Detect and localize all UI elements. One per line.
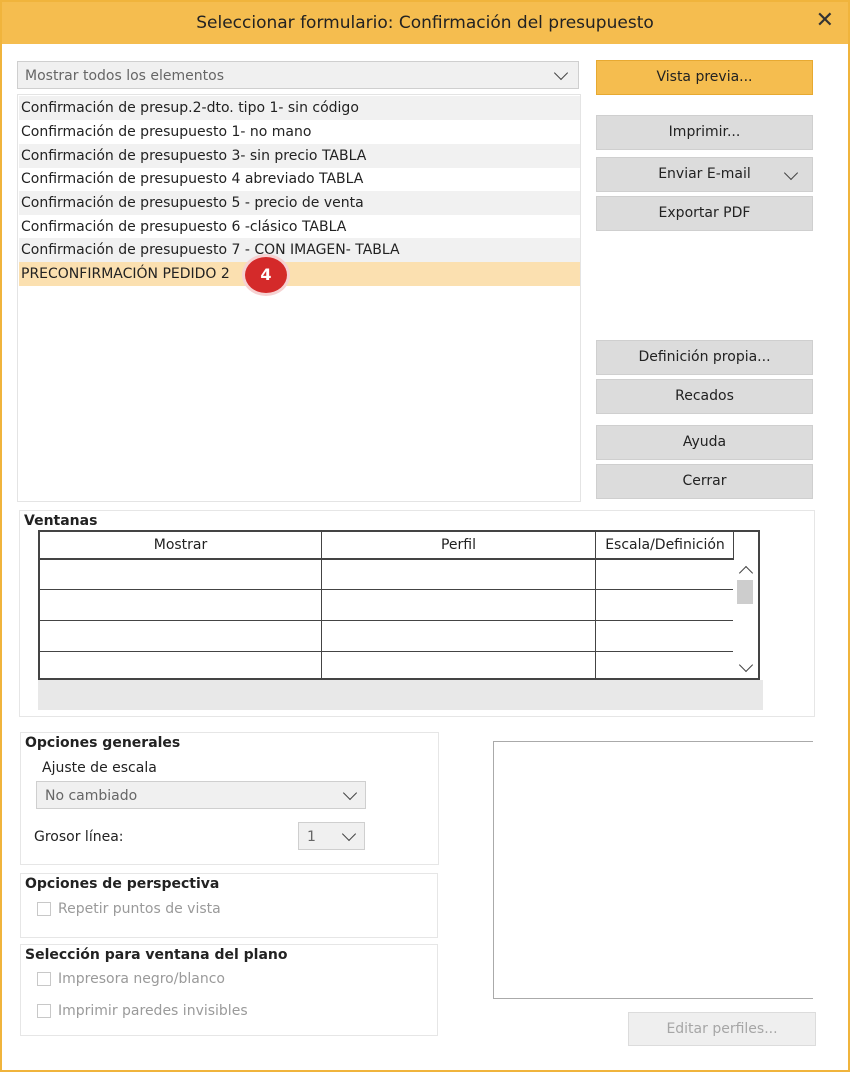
close-icon[interactable]: ✕	[816, 8, 834, 33]
plan-selection-title: Selección para ventana del plano	[25, 947, 288, 963]
list-item[interactable]: Confirmación de presupuesto 5 - precio d…	[19, 191, 580, 215]
windows-table: Mostrar Perfil Escala/Definición	[38, 530, 760, 680]
row-divider	[40, 651, 734, 652]
list-item[interactable]: Confirmación de presupuesto 3- sin preci…	[19, 144, 580, 168]
invisible-walls-label: Imprimir paredes invisibles	[58, 1003, 248, 1019]
preview-pane	[493, 741, 813, 999]
bw-printer-label: Impresora negro/blanco	[58, 971, 225, 987]
close-button[interactable]: Cerrar	[596, 464, 813, 499]
list-item[interactable]: Confirmación de presup.2-dto. tipo 1- si…	[19, 96, 580, 120]
export-pdf-button[interactable]: Exportar PDF	[596, 196, 813, 231]
chevron-down-icon	[553, 65, 569, 81]
header-divider	[40, 558, 734, 560]
windows-table-footer	[38, 680, 763, 710]
column-divider	[321, 532, 322, 678]
list-item-selected[interactable]: PRECONFIRMACIÓN PEDIDO 2	[19, 262, 580, 286]
column-header-perfil[interactable]: Perfil	[322, 532, 595, 558]
repeat-viewpoints-label: Repetir puntos de vista	[58, 901, 221, 917]
line-thickness-label: Grosor línea:	[34, 829, 124, 845]
print-button[interactable]: Imprimir...	[596, 115, 813, 150]
filter-dropdown[interactable]: Mostrar todos los elementos	[17, 61, 579, 89]
row-divider	[40, 620, 734, 621]
invisible-walls-checkbox[interactable]	[37, 1004, 51, 1018]
email-button[interactable]: Enviar E-mail	[596, 157, 813, 192]
plan-selection-group: Selección para ventana del plano	[20, 944, 438, 1036]
preview-button[interactable]: Vista previa...	[596, 60, 813, 95]
chevron-down-icon	[341, 826, 357, 842]
chevron-down-icon[interactable]	[738, 657, 754, 673]
filter-value: Mostrar todos los elementos	[25, 68, 225, 84]
line-thickness-value: 1	[307, 829, 316, 845]
column-header-escala[interactable]: Escala/Definición	[596, 532, 734, 558]
line-thickness-select[interactable]: 1	[298, 822, 365, 850]
own-definition-button[interactable]: Definición propia...	[596, 340, 813, 375]
scale-select[interactable]: No cambiado	[36, 781, 366, 809]
column-divider	[595, 532, 596, 678]
chevron-down-icon	[342, 785, 358, 801]
list-item[interactable]: Confirmación de presupuesto 1- no mano	[19, 120, 580, 144]
step-badge: 4	[245, 257, 287, 293]
list-item[interactable]: Confirmación de presupuesto 7 - CON IMAG…	[19, 238, 580, 262]
perspective-options-title: Opciones de perspectiva	[25, 876, 220, 892]
scale-value: No cambiado	[45, 788, 138, 804]
windows-table-scrollbar[interactable]	[733, 560, 758, 678]
scale-label: Ajuste de escala	[42, 760, 157, 776]
bw-printer-checkbox[interactable]	[37, 972, 51, 986]
forms-list: Confirmación de presup.2-dto. tipo 1- si…	[17, 94, 581, 502]
list-item[interactable]: Confirmación de presupuesto 4 abreviado …	[19, 167, 580, 191]
chevron-up-icon[interactable]	[738, 565, 754, 581]
chevron-down-icon[interactable]	[783, 165, 799, 181]
list-item[interactable]: Confirmación de presupuesto 6 -clásico T…	[19, 215, 580, 239]
row-divider	[40, 589, 734, 590]
window-title: Seleccionar formulario: Confirmación del…	[196, 13, 654, 33]
general-options-title: Opciones generales	[25, 735, 181, 751]
messages-button[interactable]: Recados	[596, 379, 813, 414]
repeat-viewpoints-checkbox[interactable]	[37, 902, 51, 916]
windows-group-title: Ventanas	[24, 513, 98, 529]
email-button-label: Enviar E-mail	[658, 166, 751, 182]
scrollbar-thumb[interactable]	[737, 580, 753, 604]
edit-profiles-button[interactable]: Editar perfiles...	[628, 1012, 816, 1046]
title-bar: Seleccionar formulario: Confirmación del…	[2, 2, 848, 44]
column-header-mostrar[interactable]: Mostrar	[40, 532, 321, 558]
help-button[interactable]: Ayuda	[596, 425, 813, 460]
